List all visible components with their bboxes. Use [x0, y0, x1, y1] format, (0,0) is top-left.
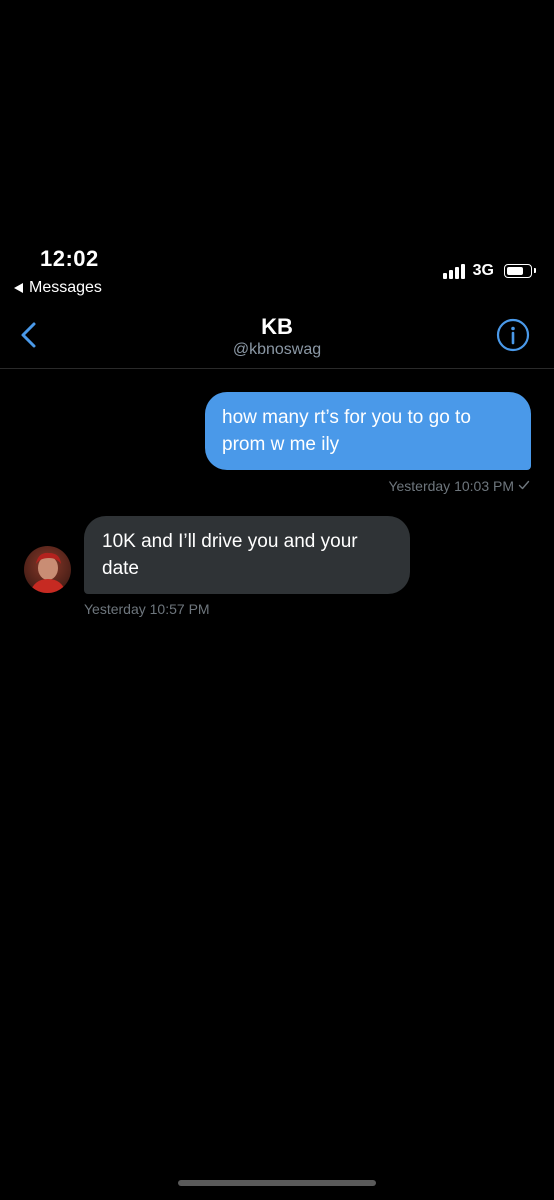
battery-icon: [504, 264, 536, 278]
network-type: 3G: [472, 262, 494, 279]
incoming-message-timestamp: Yesterday 10:57 PM: [84, 601, 210, 617]
incoming-message-bubble[interactable]: 10K and I’ll drive you and your date: [84, 516, 410, 594]
status-indicators: 3G: [442, 262, 536, 280]
avatar[interactable]: [24, 546, 71, 593]
info-icon[interactable]: [496, 318, 530, 352]
back-app-label: Messages: [29, 279, 102, 296]
back-triangle-icon: [14, 283, 23, 293]
conversation-handle[interactable]: @kbnoswag: [0, 341, 554, 359]
checkmark-icon: [518, 478, 530, 494]
outgoing-message-meta: Yesterday 10:03 PM: [388, 478, 530, 494]
signal-icon: [442, 263, 465, 279]
conversation-title[interactable]: KB: [0, 314, 554, 340]
status-time: 12:02: [40, 246, 99, 271]
back-to-messages-button[interactable]: Messages: [14, 279, 102, 297]
home-indicator[interactable]: [178, 1180, 376, 1186]
conversation-header: KB @kbnoswag: [0, 306, 554, 369]
battery-fill: [507, 267, 523, 275]
outgoing-message-timestamp: Yesterday 10:03 PM: [388, 478, 514, 494]
status-bar: 12:02 Messages 3G: [0, 0, 554, 300]
outgoing-message-bubble[interactable]: how many rt’s for you to go to prom w me…: [205, 392, 531, 470]
